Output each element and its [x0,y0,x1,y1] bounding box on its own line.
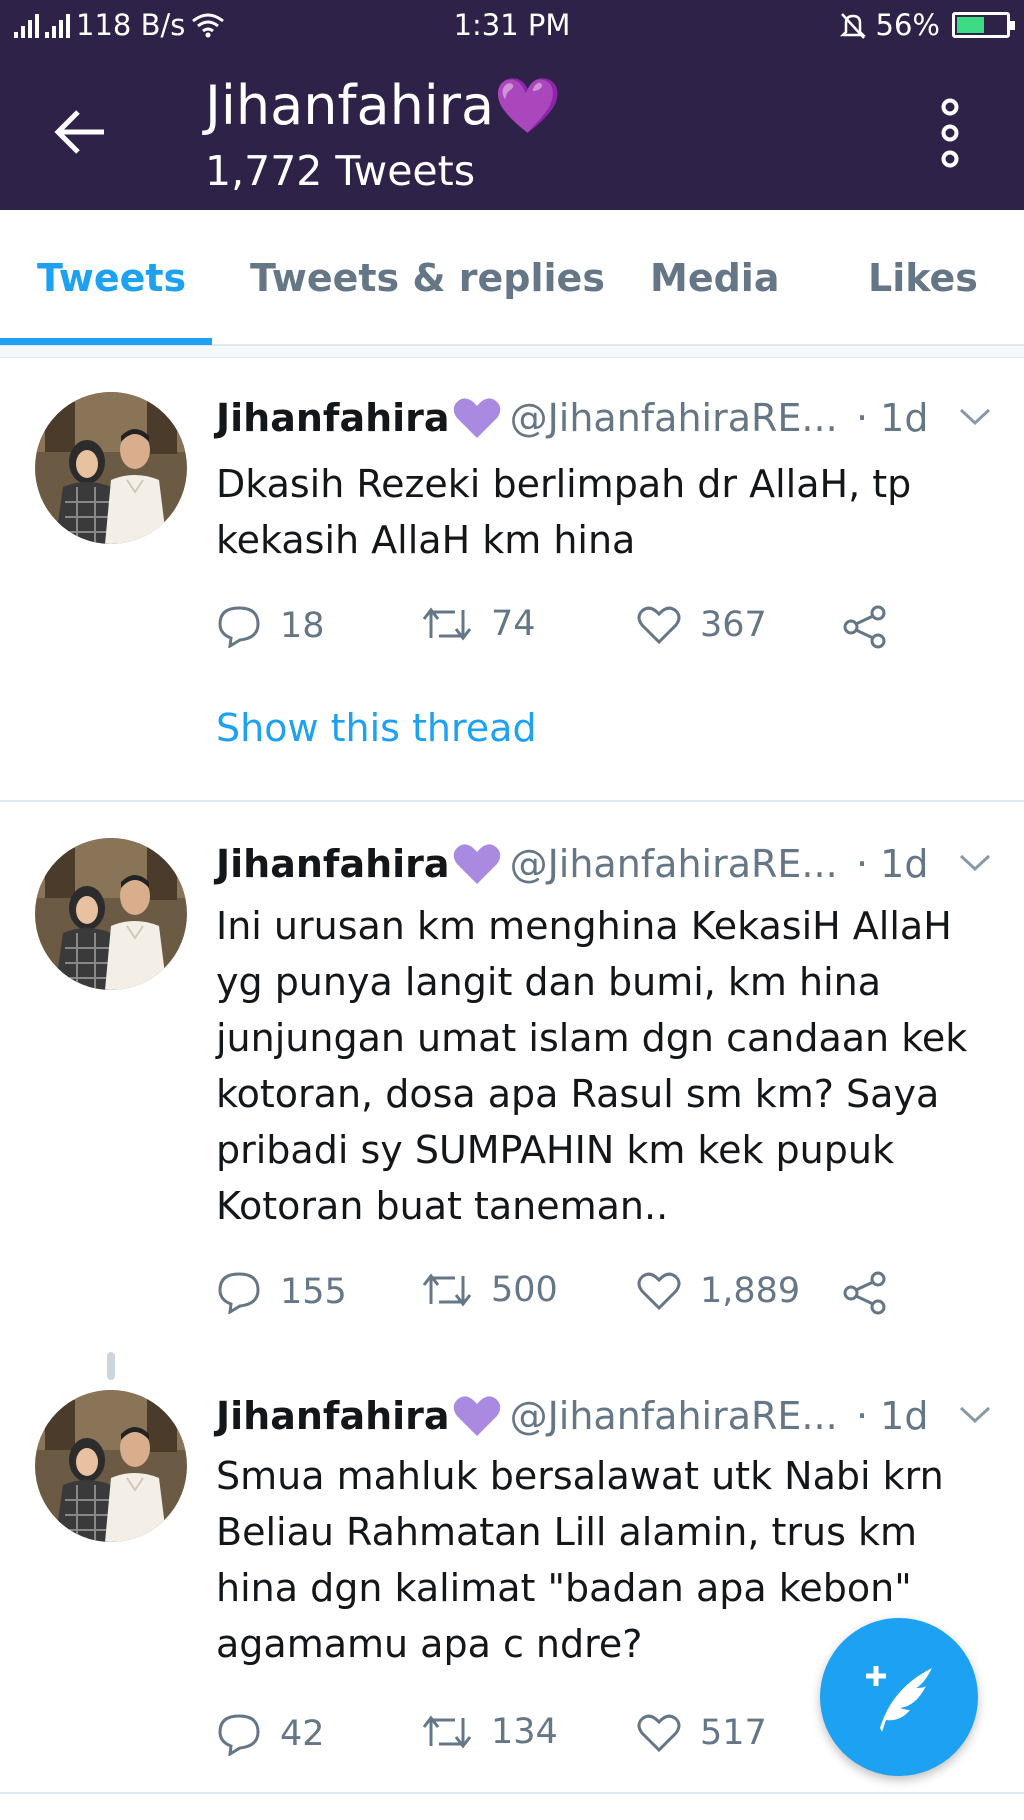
like-button[interactable]: 367 [636,604,767,646]
tweet-divider [0,1792,1024,1794]
chevron-down-icon[interactable] [958,406,992,428]
retweet-count: 74 [491,604,536,644]
like-button[interactable]: 1,889 [636,1270,800,1312]
tweet-time: · 1d [856,396,929,440]
author-name: Jihanfahira [216,1394,450,1438]
tweet-actions: 155 500 1,889 [216,1270,916,1320]
compose-tweet-button[interactable] [820,1618,978,1776]
retweet-count: 500 [491,1270,558,1310]
status-right: 56% [838,8,1015,42]
heart-icon [637,606,681,645]
tab-media[interactable]: Media [650,256,779,300]
tab-tweets[interactable]: Tweets [37,256,186,300]
back-arrow-icon[interactable] [50,102,110,162]
status-bar: 118 B/s 1:31 PM 56% [0,0,1024,52]
tweet-text: Ini urusan km menghina KekasiH AllaH yg … [216,904,968,1228]
profile-tabs: Tweets Tweets & replies Media Likes [0,210,1024,346]
reply-icon [218,606,260,648]
page-title: Jihanfahira💜 [205,74,562,137]
heart-icon [637,1272,681,1311]
tab-likes[interactable]: Likes [868,256,978,300]
tweet-header: Jihanfahira @JihanfahiraRE... [216,396,838,440]
purple-heart-icon [453,398,500,438]
battery-percent: 56% [875,8,940,42]
purple-heart-icon [453,844,500,884]
author-name: Jihanfahira [216,396,450,440]
avatar[interactable] [35,838,187,990]
tabs-divider [0,346,1024,358]
share-button[interactable] [842,1270,888,1316]
compose-tweet-icon [866,1666,932,1732]
tweet-time: · 1d [856,842,929,886]
show-thread-link[interactable]: Show this thread [216,706,537,750]
purple-heart-icon [453,1396,500,1436]
reply-count: 155 [280,1272,347,1312]
chevron-down-icon[interactable] [958,852,992,874]
reply-count: 18 [280,606,325,646]
mute-bell-icon [839,13,866,39]
tweet-count: 1,772 Tweets [205,147,476,195]
retweet-button[interactable]: 74 [421,604,536,644]
retweet-icon [422,1715,472,1749]
avatar[interactable] [35,1390,187,1542]
author-handle: @JihanfahiraRE... [509,396,838,440]
like-count: 517 [700,1713,767,1753]
reply-button[interactable]: 155 [216,1270,347,1314]
reply-icon [218,1714,260,1756]
reply-button[interactable]: 18 [216,604,325,648]
tweet-header: Jihanfahira @JihanfahiraRE... [216,1394,838,1438]
like-button[interactable]: 517 [636,1712,767,1754]
more-vertical-icon[interactable] [930,97,970,169]
reply-icon [218,1272,260,1314]
reply-count: 42 [280,1714,325,1754]
author-handle: @JihanfahiraRE... [509,842,838,886]
retweet-icon [422,607,472,641]
tweet-actions: 18 74 367 [216,604,916,654]
profile-header: Jihanfahira💜 1,772 Tweets [0,52,1024,210]
retweet-count: 134 [491,1712,558,1752]
retweet-button[interactable]: 134 [421,1712,558,1752]
share-button[interactable] [842,604,888,650]
tweet-card[interactable]: Jihanfahira @JihanfahiraRE... · 1d Ini u… [0,802,1024,1352]
thread-connector [107,1352,115,1380]
avatar[interactable] [35,392,187,544]
tweet-header: Jihanfahira @JihanfahiraRE... [216,842,838,886]
retweet-button[interactable]: 500 [421,1270,558,1310]
author-name: Jihanfahira [216,842,450,886]
chevron-down-icon[interactable] [958,1404,992,1426]
heart-icon [637,1714,681,1753]
reply-button[interactable]: 42 [216,1712,325,1756]
like-count: 367 [700,605,767,645]
active-tab-indicator [0,338,212,345]
author-handle: @JihanfahiraRE... [509,1394,838,1438]
tweet-card[interactable]: Jihanfahira @JihanfahiraRE... · 1d Dkasi… [0,358,1024,800]
battery-icon [952,12,1015,38]
share-icon [843,605,886,649]
tab-tweets-replies[interactable]: Tweets & replies [250,256,605,300]
like-count: 1,889 [700,1271,801,1311]
retweet-icon [422,1273,472,1307]
tweet-text: Dkasih Rezeki berlimpah dr AllaH, tp kek… [216,462,912,562]
tweet-time: · 1d [856,1394,929,1438]
share-icon [843,1271,886,1315]
tweet-actions: 42 134 517 [216,1712,916,1762]
